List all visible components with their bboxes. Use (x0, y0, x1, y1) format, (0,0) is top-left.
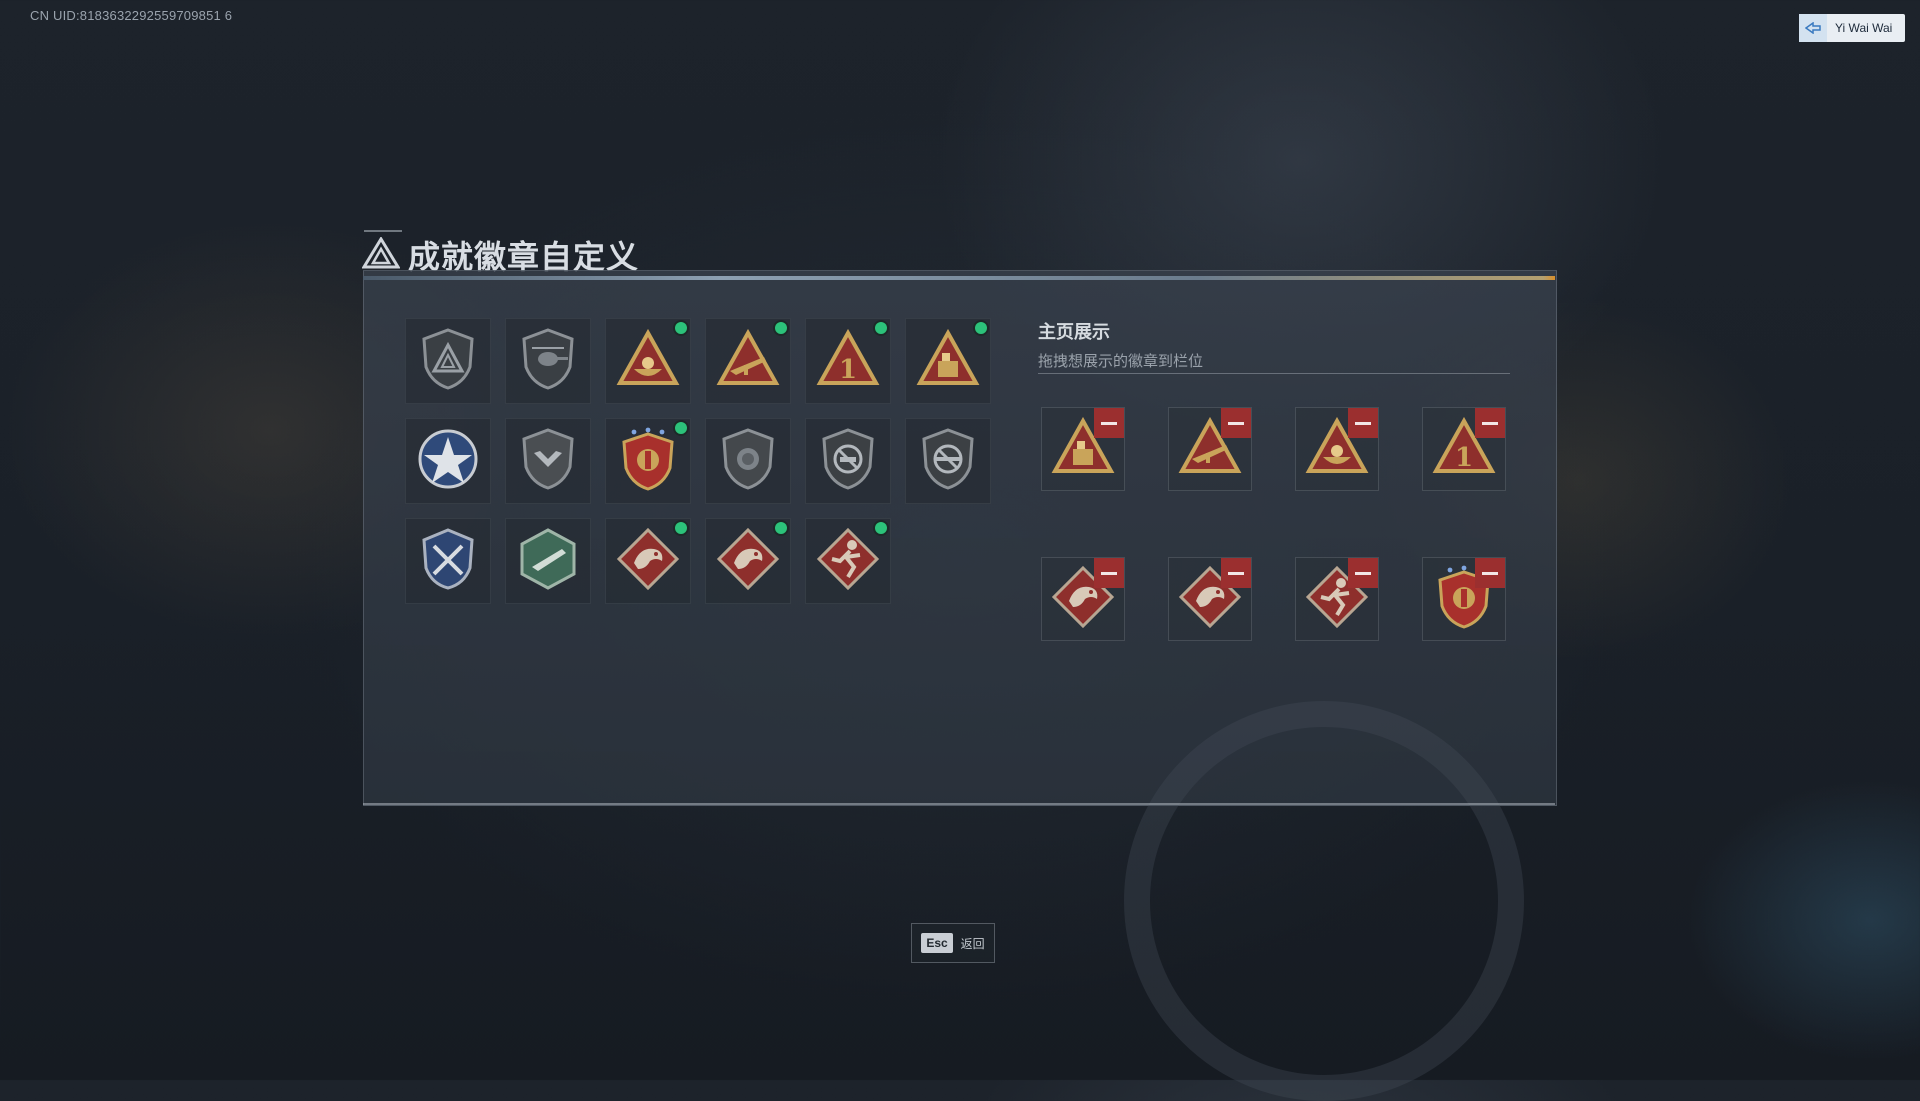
badge-cell[interactable] (605, 418, 691, 504)
showcase-divider (1038, 373, 1510, 374)
background-emblem (1124, 701, 1524, 1101)
remove-badge-button[interactable] (1475, 408, 1505, 438)
svg-text:1: 1 (1455, 443, 1473, 473)
badge-cell[interactable] (405, 518, 491, 604)
number-one-triangle-badge-icon: 1 (816, 328, 880, 394)
lion-shield-badge-icon (720, 427, 776, 496)
equipped-indicator (675, 422, 687, 434)
minus-icon (1355, 571, 1371, 575)
badge-cell[interactable] (405, 318, 491, 404)
esc-key: Esc (921, 933, 953, 953)
bowl-triangle-badge-icon (616, 328, 680, 394)
remove-badge-button[interactable] (1221, 558, 1251, 588)
remove-badge-button[interactable] (1094, 558, 1124, 588)
eagle-shield-badge-icon (520, 427, 576, 496)
triangle-logo-icon (361, 235, 401, 274)
remove-badge-button[interactable] (1348, 558, 1378, 588)
badge-cell[interactable] (905, 418, 991, 504)
triangle-shield-badge-icon (420, 327, 476, 396)
equipped-indicator (875, 522, 887, 534)
remove-badge-button[interactable] (1221, 408, 1251, 438)
showcase-subtitle: 拖拽想展示的徽章到栏位 (1038, 353, 1204, 370)
minus-icon (1228, 421, 1244, 425)
minus-icon (1482, 571, 1498, 575)
back-button[interactable]: Esc 返回 (911, 923, 995, 963)
equipped-indicator (975, 322, 987, 334)
minus-icon (1101, 571, 1117, 575)
no-rifle-shield-badge-icon (920, 427, 976, 496)
badge-cell[interactable] (605, 518, 691, 604)
showcase-slot[interactable] (1295, 407, 1379, 491)
showcase-title: 主页展示 (1038, 322, 1110, 342)
showcase-slot[interactable] (1041, 557, 1125, 641)
ammo-triangle-badge-icon (916, 328, 980, 394)
badge-cell[interactable] (505, 318, 591, 404)
remove-badge-button[interactable] (1094, 408, 1124, 438)
showcase-slot[interactable] (1168, 557, 1252, 641)
panel-top-border (363, 276, 1555, 280)
no-pistol-shield-badge-icon (820, 427, 876, 496)
svg-text:1: 1 (839, 355, 857, 385)
badge-cell[interactable] (705, 318, 791, 404)
badge-cell[interactable] (605, 318, 691, 404)
badge-cell[interactable] (805, 518, 891, 604)
badge-cell[interactable] (805, 418, 891, 504)
badge-cell[interactable] (705, 418, 791, 504)
badge-cell[interactable] (405, 418, 491, 504)
back-label: 返回 (960, 936, 985, 951)
rifle-triangle-badge-icon (716, 328, 780, 394)
badge-cell[interactable] (505, 418, 591, 504)
minus-icon (1101, 421, 1117, 425)
badge-cell[interactable] (905, 318, 991, 404)
badge-cell[interactable] (505, 518, 591, 604)
crossed-swords-wreath-badge-icon (416, 526, 480, 597)
helicopter-badge-icon (520, 327, 576, 396)
user-profile-icon (1799, 14, 1827, 42)
dragon-diamond-badge-icon (616, 527, 680, 596)
remove-badge-button[interactable] (1475, 558, 1505, 588)
equipped-indicator (875, 322, 887, 334)
crest-shield-badge-icon (618, 426, 678, 497)
user-name: Yi Wai Wai (1835, 21, 1893, 35)
showcase-slot[interactable] (1295, 557, 1379, 641)
equipped-indicator (775, 522, 787, 534)
remove-badge-button[interactable] (1348, 408, 1378, 438)
star-wreath-badge-icon (416, 427, 480, 496)
dragon-diamond-badge-icon (716, 527, 780, 596)
showcase-slot[interactable]: 1 (1422, 407, 1506, 491)
showcase-slot[interactable] (1168, 407, 1252, 491)
showcase-slot[interactable] (1041, 407, 1125, 491)
user-chip[interactable]: Yi Wai Wai (1799, 14, 1905, 42)
badge-cell[interactable] (705, 518, 791, 604)
showcase-slot[interactable] (1422, 557, 1506, 641)
runner-diamond-badge-icon (816, 527, 880, 596)
showcase-header: 主页展示 拖拽想展示的徽章到栏位 (1038, 318, 1203, 371)
minus-icon (1228, 571, 1244, 575)
uid-label: CN UID:8183632292559709851 6 (30, 8, 233, 23)
equipped-indicator (675, 522, 687, 534)
equipped-indicator (675, 322, 687, 334)
panel-bottom-border (363, 803, 1555, 805)
gun-hexagon-badge-icon (516, 527, 580, 596)
minus-icon (1355, 421, 1371, 425)
badge-cell[interactable]: 1 (805, 318, 891, 404)
minus-icon (1482, 421, 1498, 425)
equipped-indicator (775, 322, 787, 334)
